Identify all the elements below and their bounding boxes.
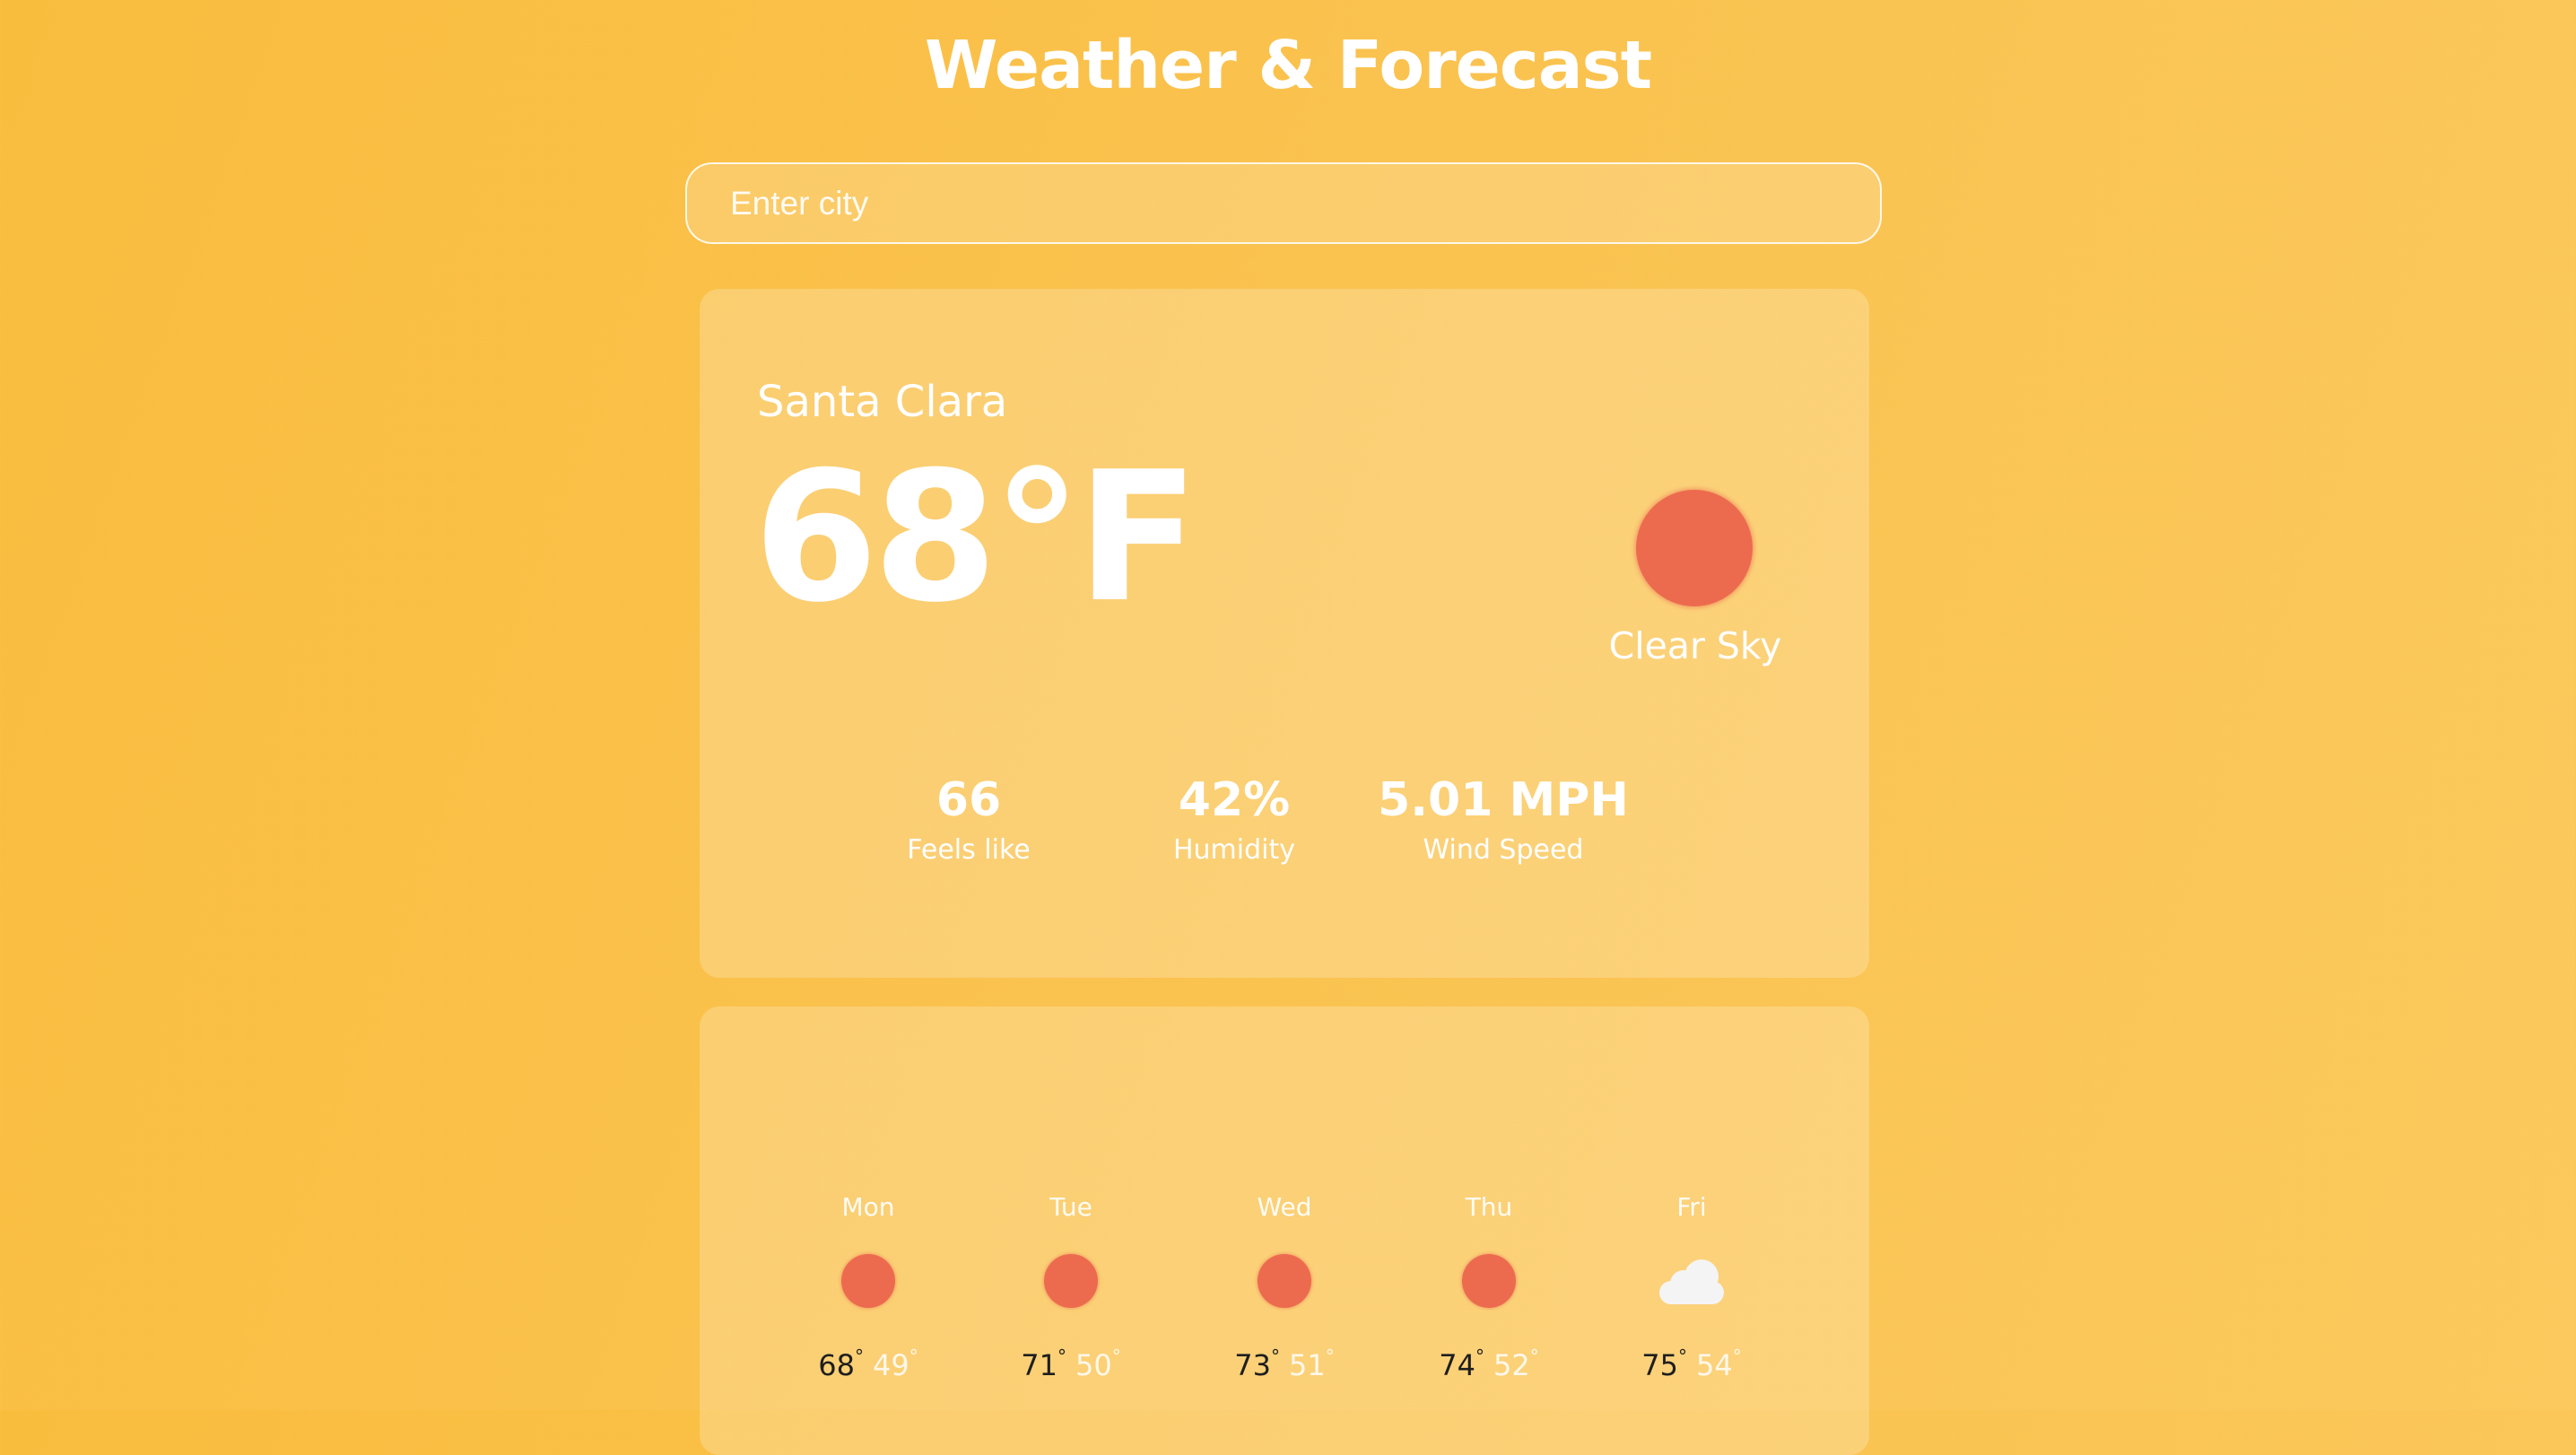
forecast-high: 74 [1439,1348,1475,1382]
forecast-low: 50 [1075,1348,1112,1382]
stat-wind-speed: 5.01 MPH Wind Speed [1378,771,1629,868]
forecast-low: 52 [1493,1348,1530,1382]
forecast-day-name: Thu [1465,1192,1513,1222]
forecast-high: 75 [1641,1348,1678,1382]
forecast-temps: 74° 52° [1439,1346,1539,1382]
forecast-day-wed: Wed 73° 51° [1213,1191,1356,1383]
sun-icon [1636,490,1753,606]
forecast-day-thu: Thu 74° 52° [1417,1191,1561,1383]
stat-humidity: 42% Humidity [1127,771,1342,868]
sun-icon [1462,1254,1516,1308]
humidity-label: Humidity [1172,834,1296,866]
sun-icon [841,1254,895,1308]
forecast-high: 73 [1234,1348,1271,1382]
forecast-day-name: Tue [1049,1192,1092,1222]
feels-like-label: Feels like [907,834,1031,866]
forecast-temps: 68° 49° [818,1346,918,1382]
forecast-day-tue: Tue 71° 50° [999,1191,1143,1383]
forecast-temps: 75° 54° [1641,1346,1742,1382]
current-weather-card: Santa Clara 68°F Clear Sky 66 Feels like… [700,289,1869,978]
sun-icon [1258,1254,1311,1308]
weather-condition: Clear Sky [1608,624,1782,667]
sun-icon [1044,1254,1098,1308]
wind-speed-value: 5.01 MPH [1378,773,1629,827]
forecast-day-name: Fri [1676,1192,1707,1222]
forecast-card: Mon 68° 49° Tue 71° 50° Wed 73° 51° Thu 74°… [700,1006,1869,1455]
feels-like-value: 66 [936,773,1002,827]
forecast-day-name: Wed [1257,1192,1312,1222]
forecast-low: 49 [873,1348,909,1382]
cloud-icon [1658,1254,1726,1308]
forecast-day-mon: Mon 68° 49° [796,1191,940,1383]
forecast-temps: 71° 50° [1021,1346,1121,1382]
humidity-value: 42% [1178,773,1291,827]
page-title: Weather & Forecast [924,27,1652,104]
forecast-low: 51 [1289,1348,1326,1382]
forecast-temps: 73° 51° [1234,1346,1335,1382]
forecast-day-name: Mon [841,1192,895,1222]
forecast-low: 54 [1696,1348,1733,1382]
current-temperature: 68°F [753,433,1199,642]
city-search-input[interactable] [685,162,1882,244]
forecast-high: 71 [1021,1348,1057,1382]
forecast-high: 68 [818,1348,855,1382]
forecast-day-fri: Fri 75° 54° [1620,1191,1763,1383]
stat-feels-like: 66 Feels like [879,771,1058,868]
wind-speed-label: Wind Speed [1423,834,1584,866]
city-name: Santa Clara [757,377,1008,427]
